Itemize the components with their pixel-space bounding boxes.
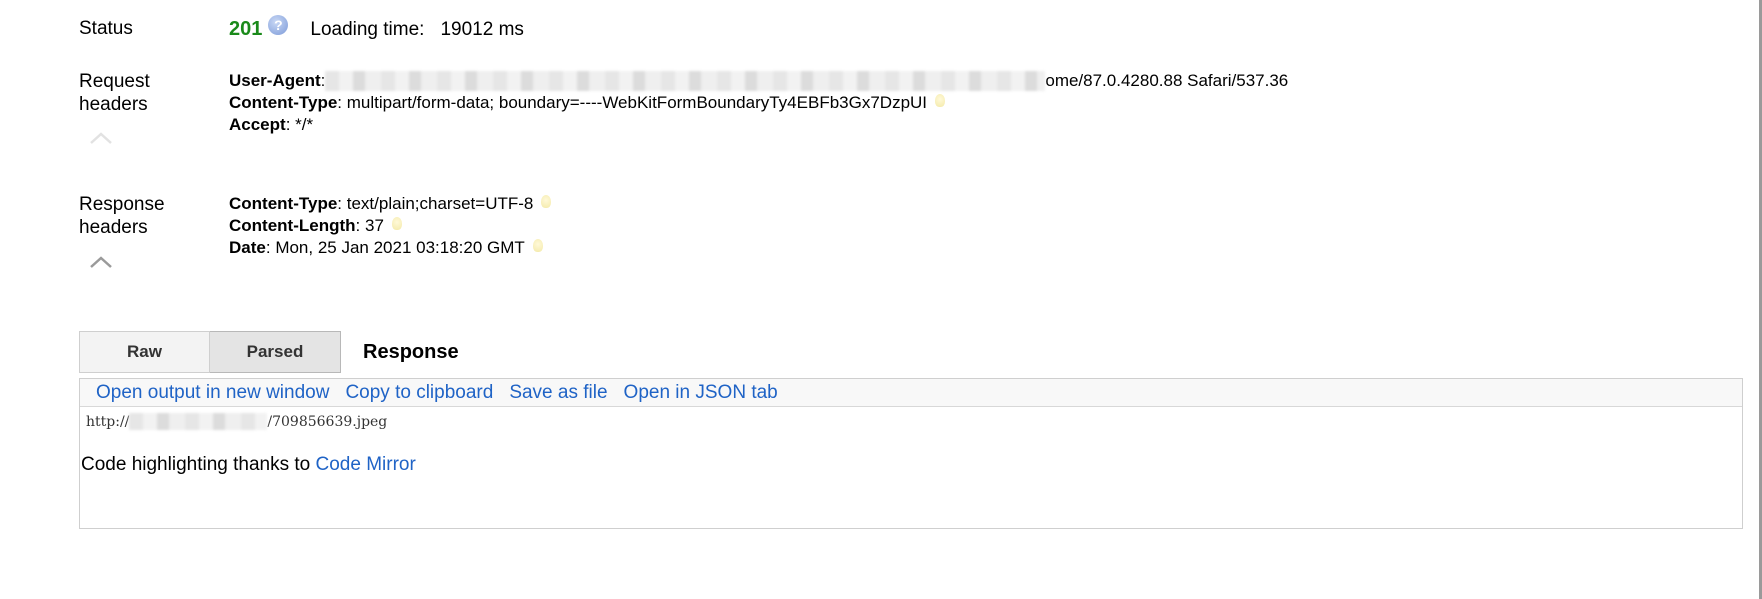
request-header-user-agent: User-Agent: ome/87.0.4280.88 Safari/537.3…: [229, 70, 1288, 92]
header-value: multipart/form-data; boundary=----WebKit…: [342, 93, 928, 112]
response-header-content-length: Content-Length: 37: [229, 215, 551, 237]
lightbulb-icon[interactable]: [541, 194, 552, 208]
credit-line: Code highlighting thanks to Code Mirror: [80, 430, 1742, 476]
response-tabs: Raw Parsed Response: [79, 331, 459, 373]
copy-to-clipboard-link[interactable]: Copy to clipboard: [345, 382, 493, 404]
response-title: Response: [363, 340, 459, 363]
lightbulb-icon[interactable]: [935, 93, 946, 107]
status-code: 201: [229, 18, 263, 40]
redacted-area: [129, 413, 268, 430]
request-header-content-type: Content-Type: multipart/form-data; bound…: [229, 92, 1288, 114]
request-headers-label: Request headers: [79, 70, 209, 116]
response-panel: Open output in new window Copy to clipbo…: [79, 378, 1743, 529]
save-as-file-link[interactable]: Save as file: [509, 382, 607, 404]
chevron-up-icon[interactable]: [89, 255, 113, 269]
request-headers-label-line2: headers: [79, 94, 148, 115]
status-label: Status: [79, 18, 133, 39]
response-headers-label-line2: headers: [79, 217, 148, 238]
help-icon[interactable]: ?: [268, 14, 289, 35]
request-headers-list: User-Agent: ome/87.0.4280.88 Safari/537.3…: [229, 70, 1288, 136]
output-url-prefix: http://: [86, 413, 130, 430]
status-row: 201 ? Loading time: 19012 ms: [229, 14, 524, 41]
header-name: Date: [229, 238, 266, 257]
response-headers-label: Response headers: [79, 193, 209, 239]
open-json-tab-link[interactable]: Open in JSON tab: [624, 382, 778, 404]
response-output: http:// /709856639.jpeg: [80, 407, 1742, 430]
header-value: Mon, 25 Jan 2021 03:18:20 GMT: [270, 238, 525, 257]
tab-parsed[interactable]: Parsed: [210, 331, 341, 373]
header-value: 37: [360, 216, 384, 235]
header-name: Accept: [229, 115, 286, 134]
response-headers-list: Content-Type: text/plain;charset=UTF-8 C…: [229, 193, 552, 259]
open-output-window-link[interactable]: Open output in new window: [96, 382, 329, 404]
output-toolbar: Open output in new window Copy to clipbo…: [80, 379, 1742, 407]
request-headers-label-line1: Request: [79, 71, 150, 92]
lightbulb-icon[interactable]: [391, 216, 402, 230]
chevron-up-icon[interactable]: [89, 131, 113, 145]
response-headers-label-line1: Response: [79, 194, 165, 215]
lightbulb-icon[interactable]: [532, 238, 543, 252]
response-view: Status 201 ? Loading time: 19012 ms Requ…: [0, 0, 1762, 599]
tab-raw[interactable]: Raw: [79, 331, 210, 373]
header-name: Content-Length: [229, 216, 356, 235]
response-header-date: Date: Mon, 25 Jan 2021 03:18:20 GMT: [229, 237, 551, 259]
code-mirror-link[interactable]: Code Mirror: [316, 454, 416, 475]
header-value: */*: [290, 115, 314, 134]
header-name: Content-Type: [229, 93, 338, 112]
loading-time-value: 19012 ms: [440, 18, 524, 40]
loading-time-label: Loading time:: [310, 18, 425, 40]
header-value: ome/87.0.4280.88 Safari/537.36: [1045, 71, 1289, 90]
header-name: Content-Type: [229, 194, 338, 213]
redacted-area: [325, 71, 1046, 91]
response-header-content-type: Content-Type: text/plain;charset=UTF-8: [229, 193, 552, 215]
request-header-accept: Accept: */*: [229, 114, 1288, 136]
header-name: User-Agent: [229, 71, 321, 90]
credit-text: Code highlighting thanks to: [81, 454, 316, 475]
output-url-suffix: /709856639.jpeg: [267, 413, 388, 430]
header-value: text/plain;charset=UTF-8: [342, 194, 534, 213]
